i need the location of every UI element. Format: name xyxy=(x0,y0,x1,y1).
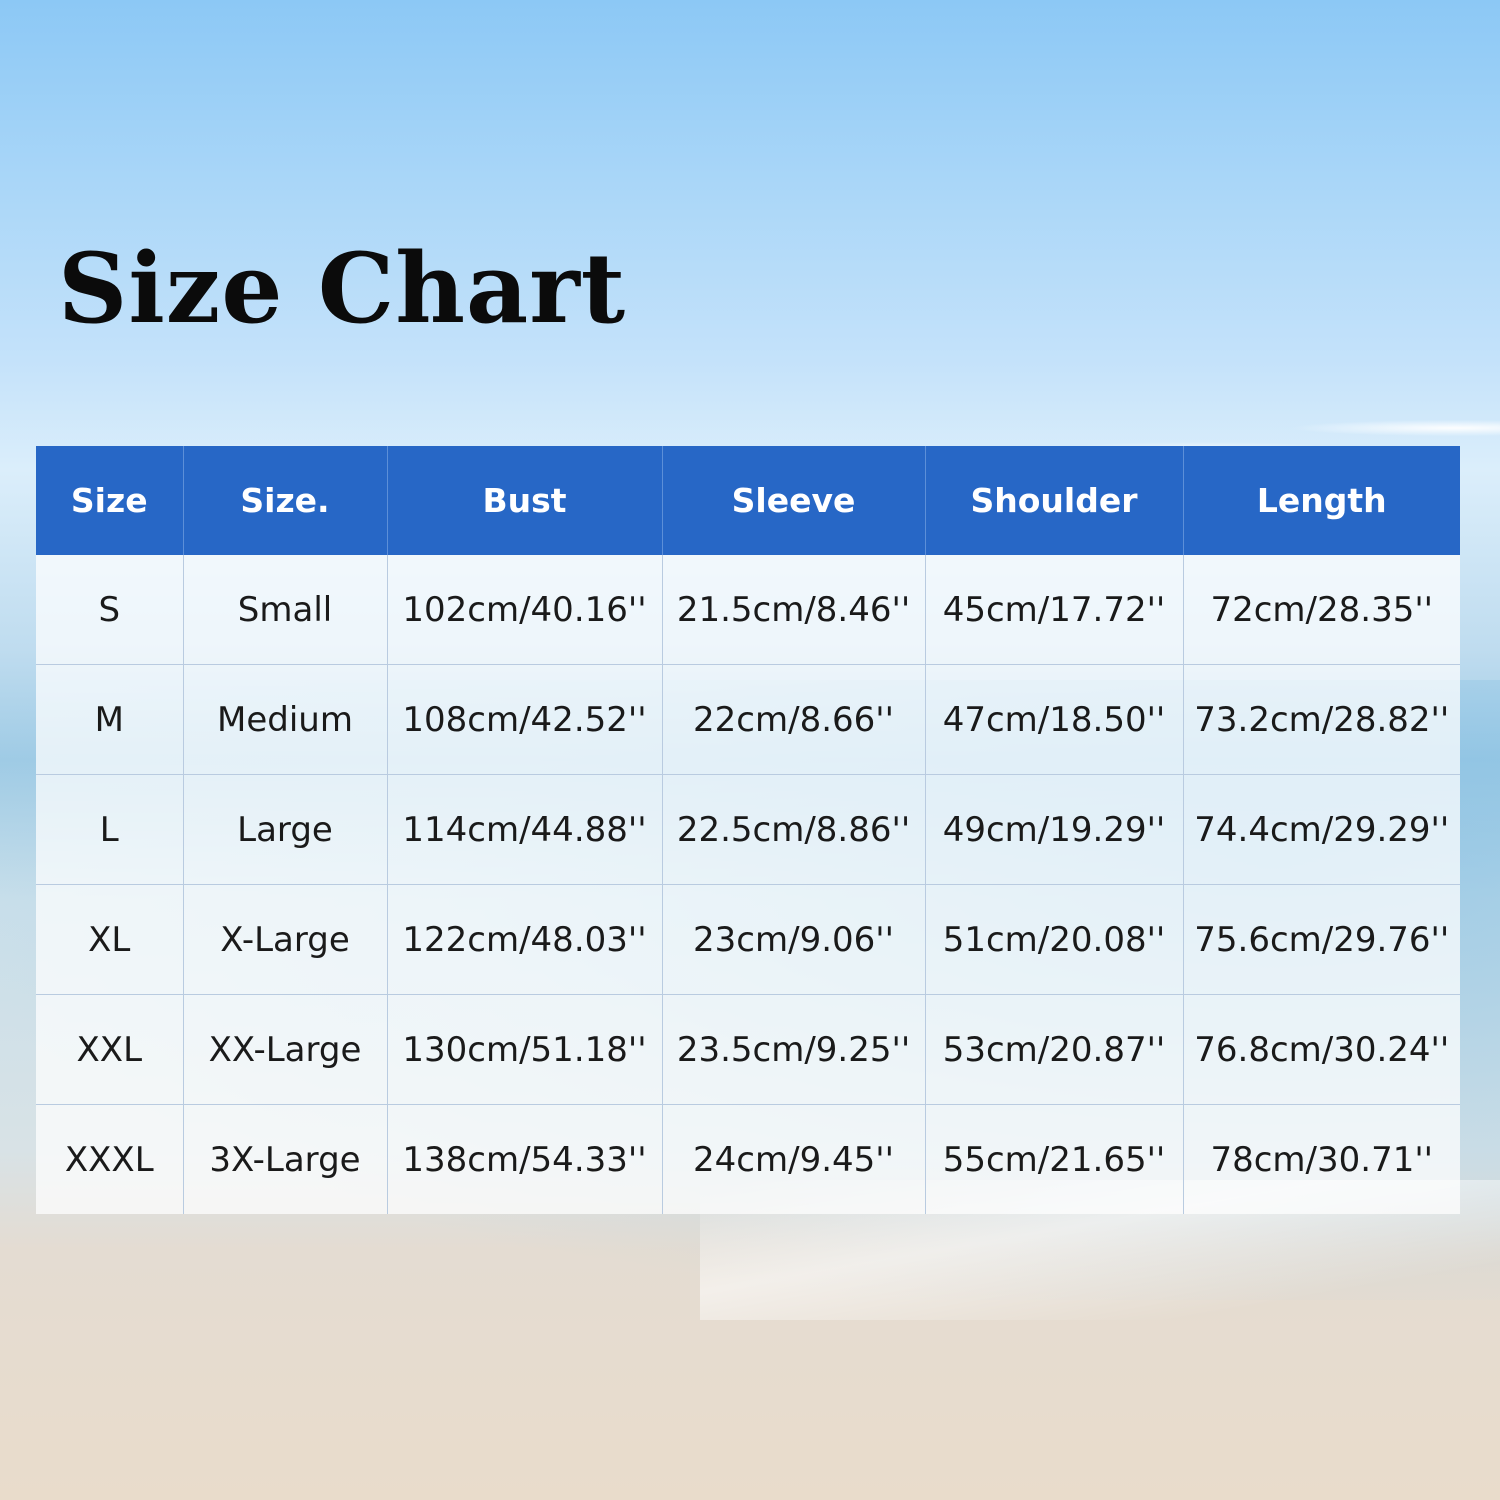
table-cell: 22cm/8.66'' xyxy=(662,664,926,775)
table-row: XXXL 3X-Large 138cm/54.33'' 24cm/9.45'' … xyxy=(36,1104,1460,1214)
column-header: Size xyxy=(36,446,184,555)
column-header: Length xyxy=(1183,446,1460,555)
table-cell: 72cm/28.35'' xyxy=(1183,555,1460,665)
table-cell: 122cm/48.03'' xyxy=(387,884,663,995)
table-cell: M xyxy=(36,664,184,775)
chart-title: Size Chart xyxy=(58,232,627,345)
table-cell: 24cm/9.45'' xyxy=(662,1104,926,1214)
table-cell: Medium xyxy=(183,664,388,775)
table-cell: Small xyxy=(183,555,388,665)
column-header: Bust xyxy=(387,446,663,555)
table-cell: 21.5cm/8.46'' xyxy=(662,555,926,665)
table-cell: 22.5cm/8.86'' xyxy=(662,774,926,885)
table-cell: 23.5cm/9.25'' xyxy=(662,994,926,1105)
table-cell: XX-Large xyxy=(183,994,388,1105)
table-cell: 114cm/44.88'' xyxy=(387,774,663,885)
table-cell: 108cm/42.52'' xyxy=(387,664,663,775)
table-cell: 47cm/18.50'' xyxy=(925,664,1184,775)
table-cell: 102cm/40.16'' xyxy=(387,555,663,665)
table-row: S Small 102cm/40.16'' 21.5cm/8.46'' 45cm… xyxy=(36,555,1460,665)
table-cell: 76.8cm/30.24'' xyxy=(1183,994,1460,1105)
column-header: Sleeve xyxy=(662,446,926,555)
table-cell: 49cm/19.29'' xyxy=(925,774,1184,885)
table-header-row: Size Size. Bust Sleeve Shoulder Length xyxy=(36,446,1460,555)
table-cell: 51cm/20.08'' xyxy=(925,884,1184,995)
table-cell: XXL xyxy=(36,994,184,1105)
table-cell: 73.2cm/28.82'' xyxy=(1183,664,1460,775)
size-table: Size Size. Bust Sleeve Shoulder Length S… xyxy=(36,446,1460,1214)
table-cell: 3X-Large xyxy=(183,1104,388,1214)
table-cell: 138cm/54.33'' xyxy=(387,1104,663,1214)
column-header: Size. xyxy=(183,446,388,555)
table-cell: XXXL xyxy=(36,1104,184,1214)
table-cell: X-Large xyxy=(183,884,388,995)
table-cell: L xyxy=(36,774,184,885)
table-cell: 74.4cm/29.29'' xyxy=(1183,774,1460,885)
table-cell: 23cm/9.06'' xyxy=(662,884,926,995)
table-cell: 45cm/17.72'' xyxy=(925,555,1184,665)
table-row: L Large 114cm/44.88'' 22.5cm/8.86'' 49cm… xyxy=(36,774,1460,885)
table-cell: XL xyxy=(36,884,184,995)
table-cell: 78cm/30.71'' xyxy=(1183,1104,1460,1214)
table-cell: 53cm/20.87'' xyxy=(925,994,1184,1105)
table-row: XL X-Large 122cm/48.03'' 23cm/9.06'' 51c… xyxy=(36,884,1460,995)
table-cell: 75.6cm/29.76'' xyxy=(1183,884,1460,995)
column-header: Shoulder xyxy=(925,446,1184,555)
table-row: M Medium 108cm/42.52'' 22cm/8.66'' 47cm/… xyxy=(36,664,1460,775)
table-cell: 130cm/51.18'' xyxy=(387,994,663,1105)
table-cell: S xyxy=(36,555,184,665)
table-cell: 55cm/21.65'' xyxy=(925,1104,1184,1214)
table-cell: Large xyxy=(183,774,388,885)
table-row: XXL XX-Large 130cm/51.18'' 23.5cm/9.25''… xyxy=(36,994,1460,1105)
